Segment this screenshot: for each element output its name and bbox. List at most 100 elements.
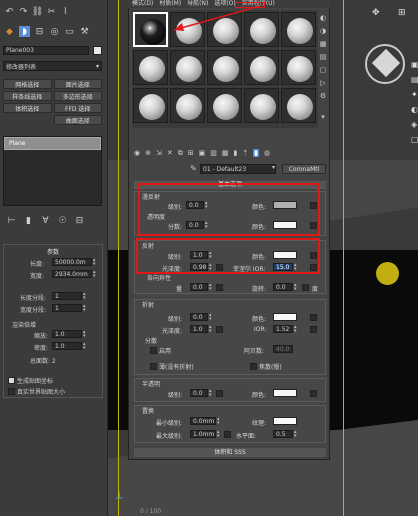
sample-slot[interactable] xyxy=(133,88,168,123)
aniso-amount-map-button[interactable] xyxy=(216,284,223,291)
displace-min-field[interactable]: 0.0mm xyxy=(190,417,216,425)
refract-ior-map-button[interactable] xyxy=(310,326,317,333)
refract-level-field[interactable]: 0.0 xyxy=(190,313,208,321)
scale-spinner[interactable]: ▴ ▾ xyxy=(83,330,87,339)
checkbox-checked[interactable] xyxy=(8,377,15,384)
reset-map-icon[interactable]: ✕ xyxy=(167,149,173,157)
displace-max-field[interactable]: 1.0mm xyxy=(190,430,216,438)
water-level-spinner[interactable]: ▴ ▾ xyxy=(294,430,298,439)
display-tab-icon[interactable]: ▭ xyxy=(64,26,75,37)
refract-color-swatch[interactable] xyxy=(273,313,297,321)
orbit-icon[interactable]: ◐ xyxy=(411,105,418,114)
abbe-field[interactable]: 40.0 xyxy=(273,345,293,353)
sample-slot[interactable] xyxy=(244,88,279,123)
width-segs-field[interactable]: 1 xyxy=(52,304,82,312)
stack-item[interactable]: Plane xyxy=(4,137,101,150)
refract-gloss-map-button[interactable] xyxy=(216,326,223,333)
pin-stack-icon[interactable]: ⊢ xyxy=(6,215,17,226)
put-library-icon[interactable]: ▣ xyxy=(199,149,206,157)
make-copy-icon[interactable]: ⧉ xyxy=(178,149,183,158)
redo-icon[interactable]: ↷ xyxy=(18,6,29,17)
material-id-icon[interactable]: ▥ xyxy=(210,149,217,157)
spline-select-button[interactable]: 样条线选择 xyxy=(3,91,52,101)
poly-select-button[interactable]: 多边形选择 xyxy=(53,91,102,101)
create-tab-icon[interactable]: ◆ xyxy=(4,26,15,37)
show-map-icon[interactable]: ▦ xyxy=(222,149,229,157)
length-spinner[interactable]: ▴ ▾ xyxy=(93,258,97,267)
grid-icon[interactable]: ⊞ xyxy=(398,8,406,18)
density-spinner[interactable]: ▴ ▾ xyxy=(83,342,87,351)
pan-icon[interactable]: ✦ xyxy=(411,90,418,99)
backlight-icon[interactable]: ◑ xyxy=(320,27,326,35)
assign-material-icon[interactable]: ⇲ xyxy=(156,149,162,157)
eyedropper-icon[interactable]: ✎ xyxy=(190,164,197,173)
go-parent-icon[interactable]: ⇡ xyxy=(242,149,248,157)
object-color-swatch[interactable] xyxy=(93,46,102,55)
sample-slot[interactable] xyxy=(170,50,205,85)
displace-min-spinner[interactable]: ▴ ▾ xyxy=(217,417,221,426)
bind-icon[interactable]: ⌇ xyxy=(60,6,71,17)
density-field[interactable]: 1.0 xyxy=(52,342,82,350)
sample-slot[interactable] xyxy=(281,50,316,85)
checkbox-unchecked[interactable] xyxy=(150,363,157,370)
pick-material-icon[interactable]: ◍ xyxy=(264,149,270,157)
caustics-checkbox[interactable]: 焦散(慢) xyxy=(250,362,282,371)
sample-slot[interactable] xyxy=(207,88,242,123)
real-world-checkbox[interactable]: 真实世界贴图大小 xyxy=(8,387,65,396)
patch-select-button[interactable]: 面片选择 xyxy=(53,79,102,89)
sample-slot[interactable] xyxy=(133,50,168,85)
maximize-icon[interactable]: ▢ xyxy=(411,135,418,144)
gen-map-checkbox[interactable]: 生成贴图坐标 xyxy=(8,376,53,385)
checkbox-unchecked[interactable] xyxy=(8,388,15,395)
water-level-field[interactable]: 0.5 xyxy=(273,430,293,438)
fov-icon[interactable]: ◈ xyxy=(411,120,418,129)
chevron-down-icon[interactable]: ▾ xyxy=(272,164,275,171)
camera-icon[interactable]: ▣ xyxy=(411,60,418,69)
length-segs-field[interactable]: 1 xyxy=(52,292,82,300)
aniso-rotation-map-button[interactable] xyxy=(302,284,309,291)
options-icon[interactable]: ⚙ xyxy=(320,92,326,100)
checkbox-unchecked[interactable] xyxy=(150,347,157,354)
sample-type-icon[interactable]: ◐ xyxy=(320,14,326,22)
unlink-icon[interactable]: ✂ xyxy=(46,6,57,17)
time-slider-label[interactable]: 0 / 100 xyxy=(140,508,161,515)
surface-select-button[interactable]: 曲面选择 xyxy=(53,115,102,125)
sample-slot[interactable] xyxy=(207,50,242,85)
modify-tab-icon[interactable]: ◗ xyxy=(19,26,30,37)
aniso-rotation-spinner[interactable]: ▴ ▾ xyxy=(294,283,298,292)
width-field[interactable]: 2934.0mm xyxy=(52,270,92,278)
width-segs-spinner[interactable]: ▴ ▾ xyxy=(83,304,87,313)
configure-icon[interactable]: ⊟ xyxy=(74,215,85,226)
background-icon[interactable]: ▦ xyxy=(320,40,327,48)
sample-slot[interactable] xyxy=(281,12,316,47)
length-segs-spinner[interactable]: ▴ ▾ xyxy=(83,292,87,301)
translucent-color-map-button[interactable] xyxy=(310,390,317,397)
video-check-icon[interactable]: ▢ xyxy=(320,66,327,74)
sample-slot[interactable] xyxy=(170,88,205,123)
translucent-level-spinner[interactable]: ▴ ▾ xyxy=(209,389,213,398)
translucent-color-swatch[interactable] xyxy=(273,389,297,397)
checkbox-unchecked[interactable] xyxy=(250,363,257,370)
refract-level-spinner[interactable]: ▴ ▾ xyxy=(209,313,213,322)
undo-icon[interactable]: ↶ xyxy=(4,6,15,17)
zoom-icon[interactable]: ▤ xyxy=(411,75,418,84)
sample-slot[interactable] xyxy=(244,50,279,85)
put-to-scene-icon[interactable]: ⊕ xyxy=(145,149,151,157)
refract-gloss-field[interactable]: 1.0 xyxy=(190,325,208,333)
volume-sss-header[interactable]: 体积和 SSS xyxy=(134,448,326,457)
refract-ior-field[interactable]: 1.52 xyxy=(273,325,293,333)
modifier-list-dropdown[interactable]: 修改器列表 ▾ xyxy=(3,61,102,71)
utilities-tab-icon[interactable]: ⚒ xyxy=(79,26,90,37)
ffd-select-button[interactable]: FFD 选择 xyxy=(53,103,102,113)
displace-check[interactable] xyxy=(224,431,231,438)
show-end-result-icon[interactable]: ▮ xyxy=(23,215,34,226)
translucent-map-button[interactable] xyxy=(216,390,223,397)
aniso-amount-spinner[interactable]: ▴ ▾ xyxy=(209,283,213,292)
translucent-level-field[interactable]: 0.0 xyxy=(190,389,208,397)
material-name-field[interactable]: 01 - Default23 xyxy=(200,164,276,174)
go-sibling-icon[interactable]: ▮ xyxy=(253,149,260,157)
tiling-icon[interactable]: ▤ xyxy=(320,53,327,61)
motion-tab-icon[interactable]: ◎ xyxy=(49,26,60,37)
mesh-select-button[interactable]: 网格选择 xyxy=(3,79,52,89)
aniso-amount-field[interactable]: 0.0 xyxy=(190,283,208,291)
